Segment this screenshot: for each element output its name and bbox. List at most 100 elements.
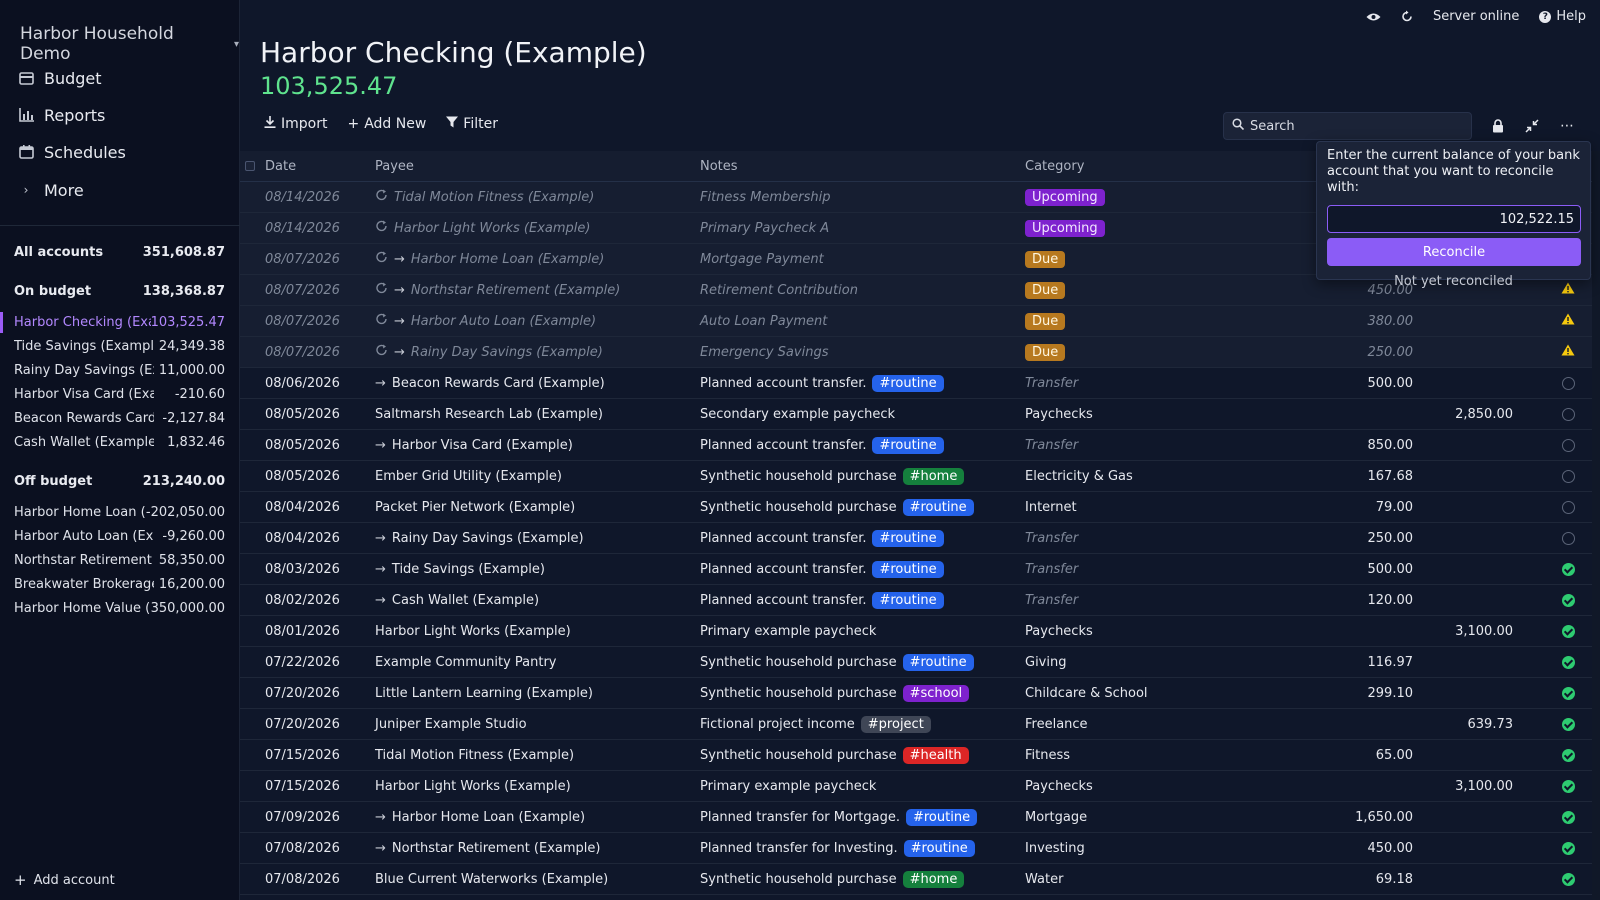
cell-notes[interactable]: Synthetic household purchase #routine	[700, 498, 974, 516]
column-category[interactable]: Category	[1025, 159, 1084, 174]
cell-notes[interactable]: Synthetic household purchase #home	[700, 870, 965, 888]
cell-status[interactable]	[1560, 717, 1576, 731]
cell-payee[interactable]: → Harbor Home Loan (Example)	[375, 251, 604, 267]
account-item-retirement[interactable]: Northstar Retirement (Example) 58,350.00	[14, 553, 225, 568]
cell-payee[interactable]: → Tide Savings (Example)	[375, 562, 545, 577]
cell-status[interactable]	[1560, 376, 1576, 390]
column-notes[interactable]: Notes	[700, 159, 738, 174]
cell-category[interactable]: Childcare & School	[1025, 686, 1148, 701]
cell-category[interactable]: Due	[1025, 281, 1066, 299]
cell-category[interactable]: Electricity & Gas	[1025, 469, 1133, 484]
cell-date[interactable]: 07/15/2026	[265, 779, 340, 794]
cell-payee[interactable]: → Northstar Retirement (Example)	[375, 282, 620, 298]
cell-date[interactable]: 08/14/2026	[265, 190, 340, 205]
cell-notes[interactable]: Primary example paycheck	[700, 779, 876, 794]
cell-notes[interactable]: Mortgage Payment	[700, 252, 824, 267]
help-button[interactable]: ? Help	[1539, 9, 1586, 24]
tag-badge[interactable]: #routine	[905, 808, 978, 826]
cell-payee[interactable]: → Rainy Day Savings (Example)	[375, 344, 603, 360]
cell-status[interactable]	[1560, 531, 1576, 545]
account-item-tide-savings[interactable]: Tide Savings (Example) 24,349.38	[14, 339, 225, 354]
cell-payee[interactable]: Juniper Example Studio	[375, 717, 527, 732]
cell-category[interactable]: Due	[1025, 250, 1066, 268]
cell-date[interactable]: 08/04/2026	[265, 531, 340, 546]
cell-payee[interactable]: Packet Pier Network (Example)	[375, 500, 575, 515]
cell-payee[interactable]: Tidal Motion Fitness (Example)	[375, 189, 594, 205]
cell-payee[interactable]: → Cash Wallet (Example)	[375, 593, 539, 608]
cell-payee[interactable]: Harbor Light Works (Example)	[375, 220, 590, 236]
cell-date[interactable]: 08/07/2026	[265, 252, 340, 267]
table-row[interactable]: 07/08/2026 → Northstar Retirement (Example…	[240, 833, 1600, 864]
cell-date[interactable]: 07/20/2026	[265, 717, 340, 732]
cell-date[interactable]: 08/07/2026	[265, 345, 340, 360]
cell-notes[interactable]: Primary example paycheck	[700, 624, 876, 639]
table-row[interactable]: 07/09/2026 → Harbor Home Loan (Example) Pla…	[240, 802, 1600, 833]
table-scrollbar[interactable]	[1592, 151, 1600, 900]
tag-badge[interactable]: #routine	[872, 374, 944, 392]
cell-payment[interactable]: 120.00	[1368, 593, 1414, 608]
nav-schedules[interactable]: Schedules	[18, 138, 126, 166]
cell-category[interactable]: Fitness	[1025, 748, 1070, 763]
cell-status[interactable]	[1560, 655, 1576, 669]
cell-payment[interactable]: 250.00	[1368, 531, 1414, 546]
tag-badge[interactable]: #routine	[872, 591, 944, 609]
sync-icon[interactable]	[1401, 10, 1413, 23]
cell-date[interactable]: 08/05/2026	[265, 407, 340, 422]
cell-category[interactable]: Due	[1025, 312, 1066, 330]
account-item-harbor-checking[interactable]: Harbor Checking (Example) 103,525.47	[0, 312, 225, 333]
table-row[interactable]: 08/04/2026 → Rainy Day Savings (Example) Pl…	[240, 523, 1600, 554]
tag-badge[interactable]: #home	[902, 870, 965, 888]
column-date[interactable]: Date	[265, 159, 296, 174]
cell-payee[interactable]: → Harbor Home Loan (Example)	[375, 810, 585, 825]
cell-notes[interactable]: Retirement Contribution	[700, 283, 858, 298]
cell-notes[interactable]: Auto Loan Payment	[700, 314, 827, 329]
account-item-harbor-visa[interactable]: Harbor Visa Card (Example) -210.60	[14, 387, 225, 402]
nav-more[interactable]: › More	[18, 176, 84, 204]
off-budget-group[interactable]: Off budget 213,240.00	[14, 474, 225, 489]
cell-payee[interactable]: → Harbor Visa Card (Example)	[375, 438, 573, 453]
on-budget-group[interactable]: On budget 138,368.87	[14, 284, 225, 299]
cell-payee[interactable]: Example Community Pantry	[375, 655, 557, 670]
table-row[interactable]: 08/06/2026 → Beacon Rewards Card (Example)…	[240, 368, 1600, 399]
tag-badge[interactable]: #home	[902, 467, 965, 485]
tag-badge[interactable]: #project	[860, 715, 931, 733]
cell-status[interactable]	[1560, 872, 1576, 886]
cell-notes[interactable]: Planned account transfer. #routine	[700, 436, 944, 454]
cell-payment[interactable]: 380.00	[1368, 314, 1414, 329]
cell-category[interactable]: Paychecks	[1025, 407, 1093, 422]
cell-date[interactable]: 08/14/2026	[265, 221, 340, 236]
cell-status[interactable]	[1560, 593, 1576, 607]
cell-status[interactable]	[1560, 500, 1576, 514]
cell-notes[interactable]: Fitness Membership	[700, 190, 830, 205]
account-item-cash-wallet[interactable]: Cash Wallet (Example) 1,832.46	[14, 435, 225, 450]
cell-payment[interactable]: 69.18	[1376, 872, 1413, 887]
table-row[interactable]: 08/05/2026 → Harbor Visa Card (Example) Pla…	[240, 430, 1600, 461]
cell-status[interactable]	[1560, 748, 1576, 762]
cell-status[interactable]	[1560, 779, 1576, 793]
column-payee[interactable]: Payee	[375, 159, 414, 174]
tag-badge[interactable]: #routine	[872, 529, 944, 547]
cell-notes[interactable]: Emergency Savings	[700, 345, 828, 360]
cell-notes[interactable]: Synthetic household purchase #school	[700, 684, 970, 702]
table-row[interactable]: 08/02/2026 → Cash Wallet (Example) Planned …	[240, 585, 1600, 616]
cell-date[interactable]: 08/04/2026	[265, 500, 340, 515]
cell-date[interactable]: 07/15/2026	[265, 748, 340, 763]
cell-payee[interactable]: Harbor Light Works (Example)	[375, 779, 571, 794]
account-item-brokerage[interactable]: Breakwater Brokerage (Example) 16,200.00	[14, 577, 225, 592]
cell-payment[interactable]: 1,650.00	[1355, 810, 1413, 825]
cell-date[interactable]: 08/03/2026	[265, 562, 340, 577]
cell-category[interactable]: Water	[1025, 872, 1063, 887]
cell-payment[interactable]: 167.68	[1368, 469, 1414, 484]
table-row[interactable]: 07/20/2026 Juniper Example Studio Fictiona…	[240, 709, 1600, 740]
cell-status[interactable]	[1560, 841, 1576, 855]
cell-status[interactable]	[1560, 438, 1576, 452]
cell-date[interactable]: 07/20/2026	[265, 686, 340, 701]
more-menu-icon[interactable]: ⋯	[1558, 117, 1576, 135]
cell-notes[interactable]: Planned account transfer. #routine	[700, 374, 944, 392]
cell-status[interactable]	[1560, 313, 1576, 329]
account-item-rainy-day-savings[interactable]: Rainy Day Savings (Example) 11,000.00	[14, 363, 225, 378]
lock-icon[interactable]	[1489, 117, 1507, 135]
cell-category[interactable]: Investing	[1025, 841, 1085, 856]
cell-deposit[interactable]: 2,850.00	[1455, 407, 1513, 422]
account-title[interactable]: Harbor Checking (Example)	[260, 36, 647, 69]
